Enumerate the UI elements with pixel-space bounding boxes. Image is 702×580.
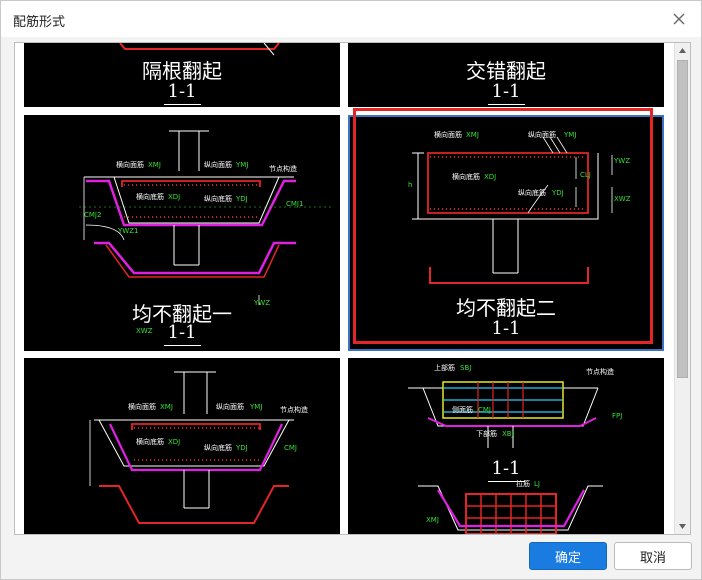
- label-cmj: CMJ: [478, 406, 491, 414]
- cancel-button[interactable]: 取消: [614, 542, 692, 570]
- pattern-caption: 隔根翻起: [142, 59, 222, 83]
- section-text: 1-1: [487, 81, 525, 105]
- pattern-tile-2[interactable]: 交错翻起 1-1: [348, 43, 664, 107]
- label-cmj: CMJ: [284, 444, 297, 452]
- section-text: 1-1: [163, 81, 201, 105]
- label-node-detail: 节点构造: [280, 406, 308, 414]
- vertical-scrollbar[interactable]: [674, 43, 690, 534]
- label-ydj: YDJ: [236, 444, 248, 452]
- scroll-down-icon[interactable]: [675, 519, 690, 534]
- label-sbj: SBJ: [460, 364, 472, 372]
- section-label: 1-1: [24, 81, 340, 105]
- dialog-title: 配筋形式: [13, 15, 66, 30]
- label-horizontal-bottom: 横向底筋: [452, 173, 480, 181]
- scrollbar-thumb[interactable]: [677, 60, 688, 378]
- label-longitudinal-bottom: 纵向底筋: [204, 444, 232, 452]
- section-text: 1-1: [487, 458, 525, 482]
- pattern-drawing: [408, 381, 603, 534]
- pattern-tile-5[interactable]: 横向面筋 XMJ 纵向面筋 YMJ 横向底筋 XDJ 纵向底筋 YDJ CMJ …: [24, 358, 340, 534]
- label-ywz1: YWZ1: [118, 227, 139, 235]
- label-bottom-bar: 下部筋: [476, 430, 497, 438]
- section-label: 1-1: [348, 458, 664, 482]
- label-xdj: XDJ: [168, 438, 181, 446]
- title-bar: 配筋形式: [1, 1, 701, 37]
- label-ydj: YDJ: [552, 189, 564, 197]
- section-label: 1-1: [348, 81, 664, 105]
- label-longitudinal-top: 纵向面筋: [528, 131, 556, 139]
- label-cmj2: CMJ2: [84, 211, 102, 219]
- label-xdj: XDJ: [168, 193, 181, 201]
- label-xmj: XMJ: [466, 131, 479, 139]
- label-node-detail: 节点构造: [586, 368, 614, 376]
- label-h: h: [408, 181, 413, 189]
- section-label: 1-1: [348, 318, 664, 342]
- label-node-detail: 节点构造: [269, 165, 297, 173]
- scroll-up-icon[interactable]: [675, 43, 690, 58]
- pattern-tile-6[interactable]: 上部筋 SBJ 侧面筋 CMJ 下部筋 XBJ 节点构造 FPJ XMJ 拉筋 …: [348, 358, 664, 534]
- label-xmj: XMJ: [148, 161, 161, 169]
- pattern-tile-1[interactable]: 隔根翻起 1-1: [24, 43, 340, 107]
- pattern-tile-3[interactable]: 横向面筋 XMJ 纵向面筋 YMJ 横向底筋 XDJ 纵向底筋 YDJ CMJ2…: [24, 115, 340, 351]
- pattern-caption: 交错翻起: [466, 59, 546, 83]
- label-xdj: XDJ: [484, 173, 497, 181]
- label-ymj: YMJ: [250, 403, 263, 411]
- pattern-gallery: 隔根翻起 1-1 交错翻起 1-1 横向面筋 XMJ 纵向面筋 YMJ 横向底筋…: [15, 43, 675, 534]
- label-horizontal-bottom: 横向底筋: [136, 438, 164, 446]
- label-xwz: XWZ: [614, 195, 631, 203]
- label-ywz: YWZ: [614, 157, 630, 165]
- label-clj: CLJ: [580, 171, 591, 179]
- label-horizontal-top: 横向面筋: [116, 161, 144, 169]
- label-longitudinal-bottom: 纵向底筋: [518, 189, 546, 197]
- label-xbj: XBJ: [502, 430, 514, 438]
- section-text: 1-1: [163, 322, 201, 346]
- pattern-caption: 均不翻起二: [456, 296, 556, 320]
- label-xmj: XMJ: [426, 516, 439, 524]
- rebar-form-dialog: 配筋形式 隔根翻起 1-1 交错翻起 1-1 横向面筋 XMJ 纵向面筋 YMJ…: [0, 0, 702, 580]
- label-cmj1: CMJ1: [286, 200, 304, 208]
- label-horizontal-bottom: 横向底筋: [136, 193, 164, 201]
- label-side-bar: 侧面筋: [452, 406, 473, 414]
- label-top-bar: 上部筋: [434, 364, 455, 372]
- close-icon[interactable]: [669, 9, 689, 29]
- label-ymj: YMJ: [564, 131, 577, 139]
- section-text: 1-1: [487, 318, 525, 342]
- label-horizontal-top: 横向面筋: [434, 131, 462, 139]
- label-longitudinal-bottom: 纵向底筋: [204, 195, 232, 203]
- label-longitudinal-top: 纵向面筋: [204, 161, 232, 169]
- label-longitudinal-top: 纵向面筋: [216, 403, 244, 411]
- label-ydj: YDJ: [236, 195, 248, 203]
- label-ymj: YMJ: [236, 161, 249, 169]
- label-horizontal-top: 横向面筋: [128, 403, 156, 411]
- ok-button[interactable]: 确定: [529, 542, 607, 570]
- pattern-tile-4[interactable]: 横向面筋 XMJ 纵向面筋 YMJ 横向底筋 XDJ 纵向底筋 YDJ CLJ …: [348, 115, 664, 351]
- label-fpj: FPJ: [612, 412, 623, 420]
- section-label: 1-1: [24, 322, 340, 346]
- pattern-gallery-viewport: 隔根翻起 1-1 交错翻起 1-1 横向面筋 XMJ 纵向面筋 YMJ 横向底筋…: [14, 42, 691, 535]
- label-xmj: XMJ: [160, 403, 173, 411]
